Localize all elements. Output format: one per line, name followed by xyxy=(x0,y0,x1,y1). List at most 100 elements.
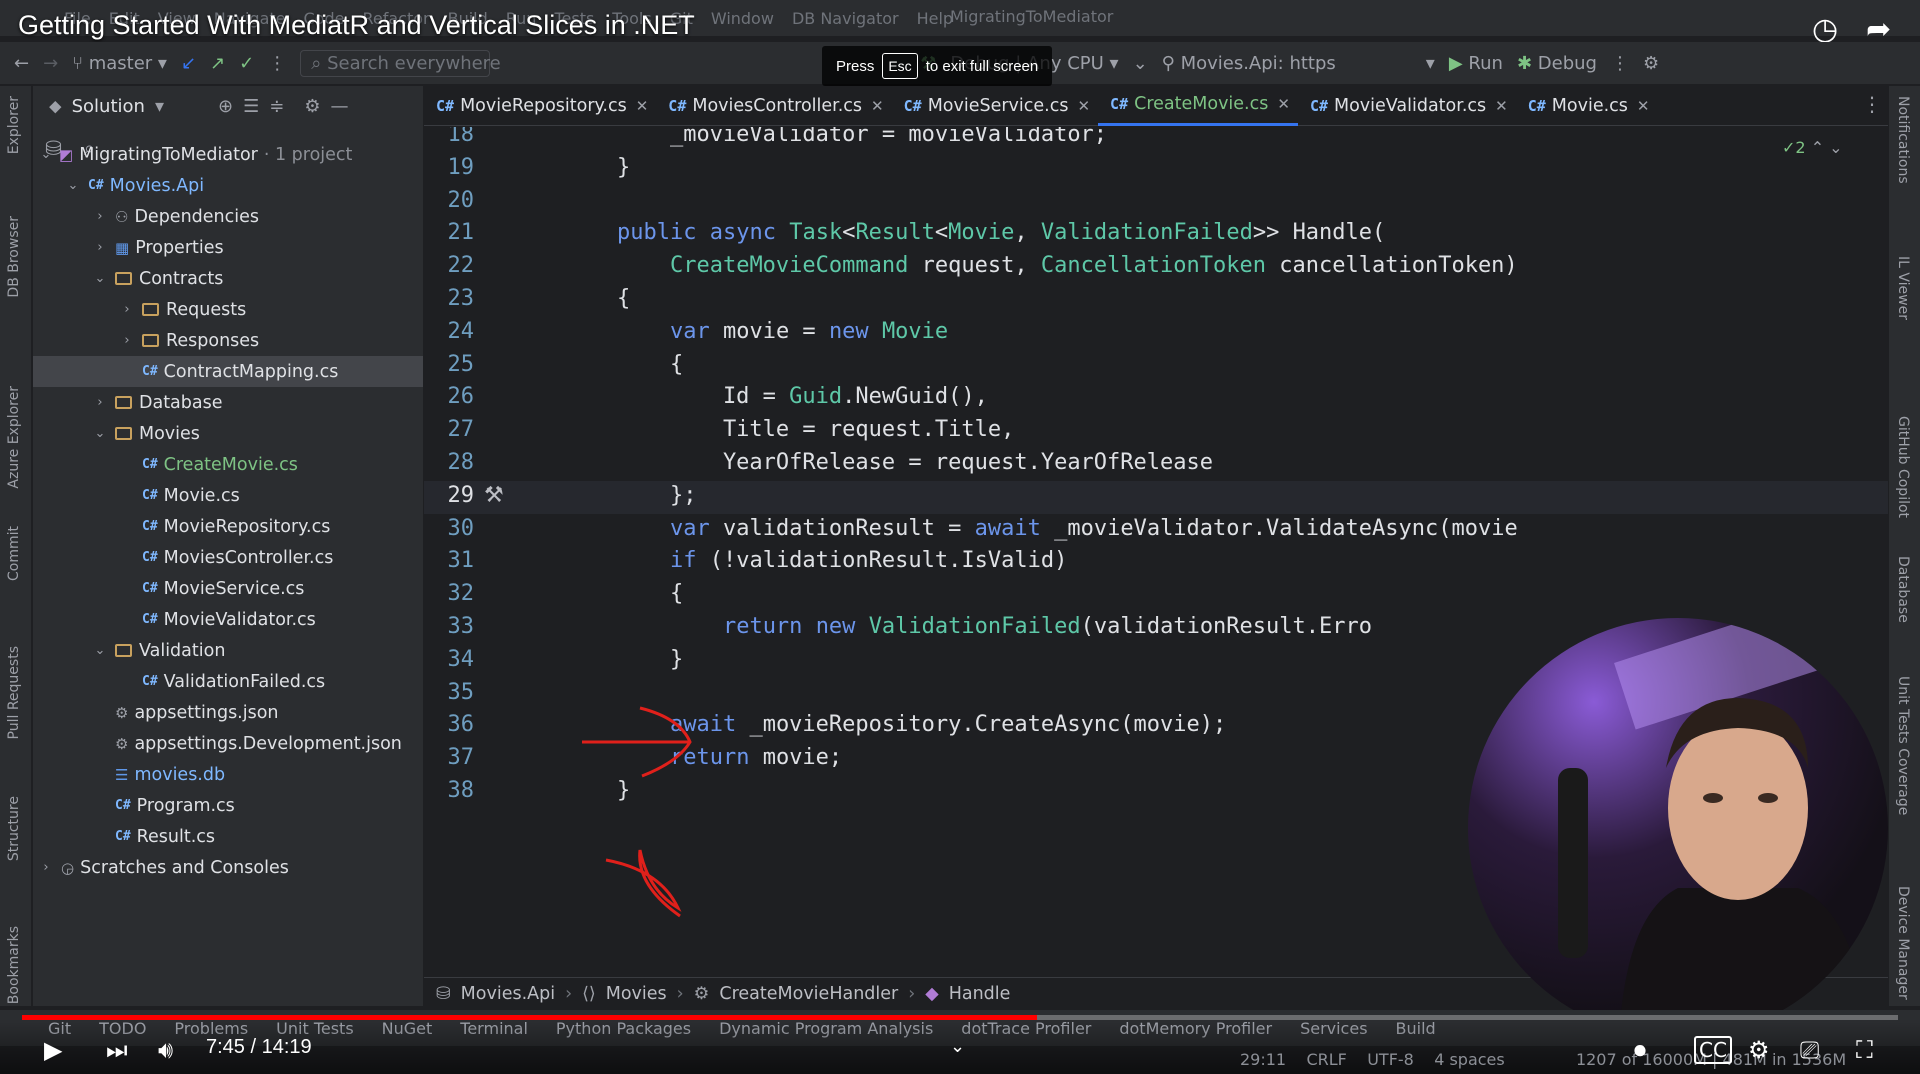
tool-window-github-copilot[interactable]: GitHub Copilot xyxy=(1895,416,1911,518)
gear-icon[interactable]: ⚙ xyxy=(304,96,320,117)
push-icon[interactable]: ↗ xyxy=(210,53,225,74)
editor-tab[interactable]: C# CreateMovie.cs ✕ xyxy=(1098,86,1298,126)
quick-fix-hammer-icon[interactable]: ⚒ xyxy=(484,483,504,508)
tool-window-commit[interactable]: Commit xyxy=(6,526,22,581)
tree-item[interactable]: C# Program.cs xyxy=(33,790,423,821)
tool-window-db-browser[interactable]: DB Browser xyxy=(6,216,22,298)
launch-profile-selector[interactable]: ⚲ Movies.Api: https xyxy=(1162,53,1336,74)
chevron-right-icon[interactable]: › xyxy=(120,333,134,348)
tool-window-pull-requests[interactable]: Pull Requests xyxy=(6,646,22,739)
play-icon[interactable]: ▶ xyxy=(44,1036,62,1064)
update-project-icon[interactable]: ↙ xyxy=(181,53,196,74)
autoplay-toggle-icon[interactable]: ⏺ xyxy=(1634,1036,1646,1064)
search-everywhere-input[interactable]: ⌕ Search everywhere xyxy=(300,49,501,77)
tool-window-azure-explorer[interactable]: Azure Explorer xyxy=(6,386,22,489)
more-icon[interactable]: ⋮ xyxy=(268,53,286,74)
chevron-down-icon[interactable]: ⌄ xyxy=(93,643,107,658)
tree-item[interactable]: C# Movie.cs xyxy=(33,480,423,511)
chevron-right-icon[interactable]: › xyxy=(120,302,134,317)
chevron-down-icon[interactable]: ⌄ xyxy=(66,178,80,193)
editor-tab[interactable]: C# MovieService.cs ✕ xyxy=(892,86,1098,126)
editor-tab[interactable]: C# MovieRepository.cs ✕ xyxy=(424,86,656,126)
tree-item[interactable]: C# MovieRepository.cs xyxy=(33,511,423,542)
run-button[interactable]: ▶ Run xyxy=(1449,53,1503,74)
tree-item[interactable]: › ⚇ Dependencies xyxy=(33,201,423,232)
editor-tab[interactable]: C# Movie.cs ✕ xyxy=(1516,86,1658,126)
tree-item[interactable]: ⚙ appsettings.json xyxy=(33,697,423,728)
close-icon[interactable]: ✕ xyxy=(636,97,649,115)
breadcrumb-item[interactable]: Movies xyxy=(606,984,667,1004)
tree-item[interactable]: C# ValidationFailed.cs xyxy=(33,666,423,697)
video-progress-bar[interactable] xyxy=(22,1015,1898,1020)
tree-item[interactable]: C# CreateMovie.cs xyxy=(33,449,423,480)
branch-selector[interactable]: ⑂ master ▾ xyxy=(72,53,167,74)
locate-icon[interactable]: ⊕ xyxy=(218,96,233,117)
tool-window-explorer[interactable]: Explorer xyxy=(6,96,22,154)
tree-item[interactable]: C# ContractMapping.cs xyxy=(33,356,423,387)
tree-item[interactable]: ⌄ C# Movies.Api xyxy=(33,170,423,201)
cast-icon[interactable]: ⎚ xyxy=(1800,1036,1819,1064)
chevron-down-icon[interactable]: ▾ xyxy=(155,96,164,117)
chevron-right-icon[interactable]: › xyxy=(93,395,107,410)
code-line[interactable]: YearOfRelease = request.YearOfRelease xyxy=(564,450,1213,475)
inspection-widget[interactable]: ✓2 ⌃ ⌄ xyxy=(1782,138,1843,157)
tool-window-device-manager[interactable]: Device Manager xyxy=(1895,886,1911,1000)
next-icon[interactable]: ⏭ xyxy=(106,1036,128,1064)
close-icon[interactable]: ✕ xyxy=(1277,95,1290,113)
tree-item[interactable]: › ◶ Scratches and Consoles xyxy=(33,852,423,883)
tool-window-structure[interactable]: Structure xyxy=(6,796,22,861)
tree-solution-row[interactable]: ⌄ ◩ MigratingToMediator · 1 project xyxy=(33,139,423,170)
tree-item[interactable]: › Responses xyxy=(33,325,423,356)
tool-window-database[interactable]: Database xyxy=(1895,556,1911,623)
tree-item[interactable]: ⌄ Movies xyxy=(33,418,423,449)
tool-window-notifications[interactable]: Notifications xyxy=(1895,96,1911,184)
code-line[interactable]: { xyxy=(564,581,683,606)
tree-item[interactable]: C# MovieService.cs xyxy=(33,573,423,604)
more-actions-icon[interactable]: ⋮ xyxy=(1611,53,1629,74)
config-dropdown-icon[interactable]: ⌄ xyxy=(1133,53,1148,74)
forward-icon[interactable]: → xyxy=(43,53,58,74)
code-line[interactable]: public async Task<Result<Movie, Validati… xyxy=(564,220,1385,245)
code-line[interactable]: Id = Guid.NewGuid(), xyxy=(564,384,988,409)
fullscreen-exit-icon[interactable]: ⛶ xyxy=(1856,1036,1873,1064)
tree-item[interactable]: › Requests xyxy=(33,294,423,325)
chapter-chevron-icon[interactable]: ⌄ xyxy=(950,1036,965,1057)
code-line[interactable]: return new ValidationFailed(validationRe… xyxy=(564,614,1372,639)
tool-window-bookmarks[interactable]: Bookmarks xyxy=(6,926,22,1004)
chevron-right-icon[interactable]: › xyxy=(93,209,107,224)
explorer-view-selector[interactable]: Solution xyxy=(72,96,145,117)
launch-dropdown-icon[interactable]: ▾ xyxy=(1426,53,1435,74)
tree-item[interactable]: › ▦ Properties xyxy=(33,232,423,263)
chevron-down-icon[interactable]: ⌄ xyxy=(93,426,107,441)
code-line[interactable]: { xyxy=(564,286,630,311)
code-line[interactable]: CreateMovieCommand request, Cancellation… xyxy=(564,253,1518,278)
menu-item[interactable]: Help xyxy=(917,9,953,28)
close-icon[interactable]: ✕ xyxy=(1077,97,1090,115)
code-line[interactable]: if (!validationResult.IsValid) xyxy=(564,548,1067,573)
breadcrumb-item[interactable]: Handle xyxy=(949,984,1011,1004)
settings-gear-icon[interactable]: ⚙ xyxy=(1748,1036,1770,1064)
tree-item[interactable]: ⌄ Validation xyxy=(33,635,423,666)
tool-window-unit-tests-coverage[interactable]: Unit Tests Coverage xyxy=(1895,676,1911,815)
chevron-down-icon[interactable]: ⌄ xyxy=(93,271,107,286)
editor-tab[interactable]: C# MovieValidator.cs ✕ xyxy=(1298,86,1516,126)
expand-all-icon[interactable]: ☰ xyxy=(243,96,259,117)
captions-icon[interactable]: CC xyxy=(1694,1036,1732,1064)
code-line[interactable]: }; xyxy=(564,483,697,508)
menu-item[interactable]: DB Navigator xyxy=(792,9,899,28)
code-line[interactable]: var validationResult = await _movieValid… xyxy=(564,516,1518,541)
code-line[interactable]: var movie = new Movie xyxy=(564,319,948,344)
close-icon[interactable]: ✕ xyxy=(1637,97,1650,115)
settings-icon[interactable]: ⚙ xyxy=(1643,53,1659,74)
chevron-right-icon[interactable]: › xyxy=(39,860,53,875)
breadcrumb-item[interactable]: Movies.Api xyxy=(461,984,555,1004)
tree-item[interactable]: ⚙ appsettings.Development.json xyxy=(33,728,423,759)
tree-item[interactable]: › Database xyxy=(33,387,423,418)
code-line[interactable]: { xyxy=(564,352,683,377)
back-icon[interactable]: ← xyxy=(14,53,29,74)
minimize-icon[interactable]: — xyxy=(330,96,348,117)
tree-item[interactable]: ⌄ Contracts xyxy=(33,263,423,294)
tool-window-il-viewer[interactable]: IL Viewer xyxy=(1895,256,1911,320)
code-line[interactable]: } xyxy=(564,155,630,180)
code-line[interactable]: } xyxy=(564,647,683,672)
